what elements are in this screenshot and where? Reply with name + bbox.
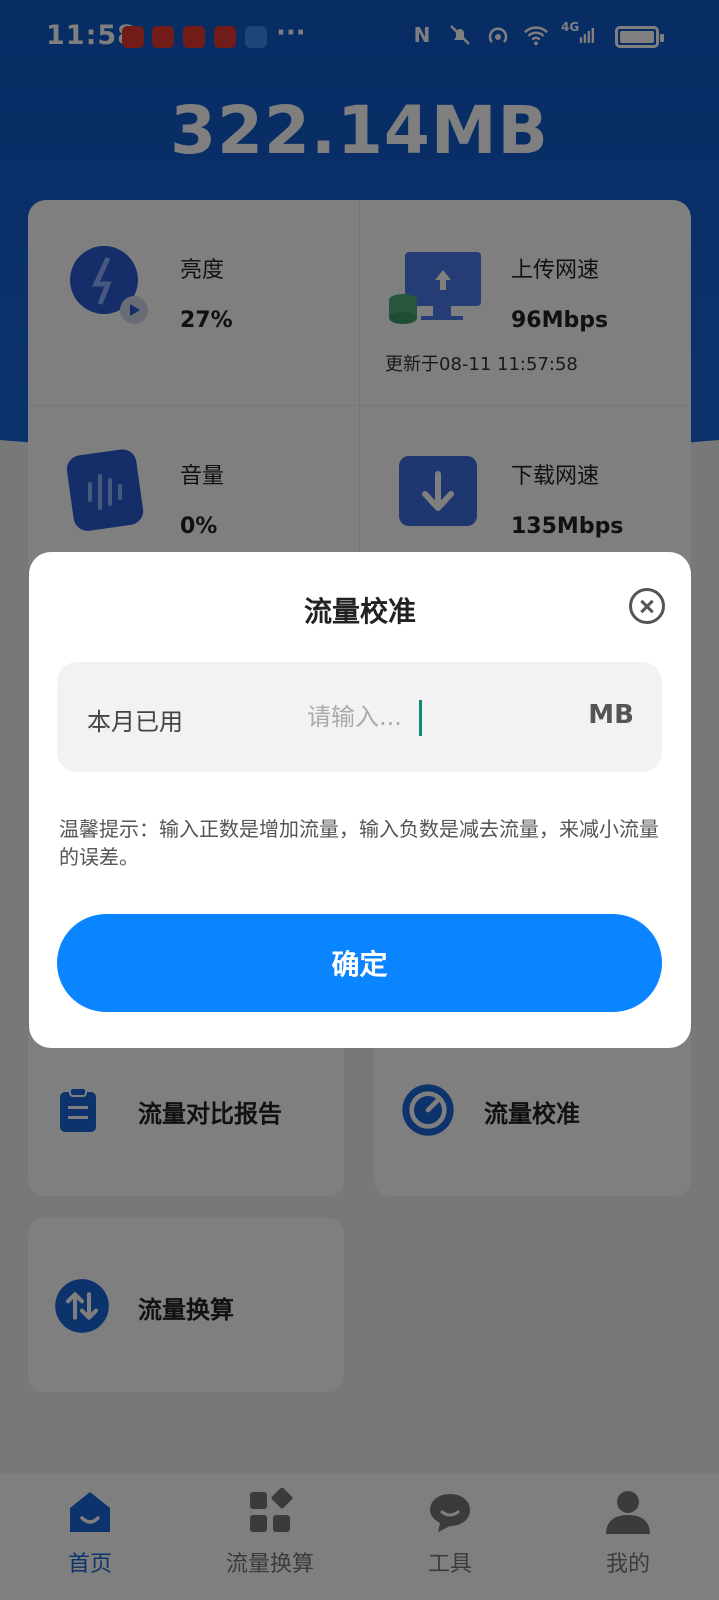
calibration-dialog: 流量校准 本月已用 MB 温馨提示：输入正数是增加流量，输入负数是减去流量，来减… bbox=[29, 552, 691, 1048]
text-cursor bbox=[419, 700, 422, 736]
used-this-month-field: 本月已用 MB bbox=[57, 662, 662, 772]
close-icon[interactable] bbox=[629, 588, 665, 624]
confirm-button[interactable]: 确定 bbox=[57, 914, 662, 1012]
dialog-title: 流量校准 bbox=[303, 595, 416, 628]
field-label: 本月已用 bbox=[87, 708, 183, 736]
used-amount-input[interactable] bbox=[307, 690, 547, 744]
unit-label: MB bbox=[588, 700, 634, 730]
hint-text: 温馨提示：输入正数是增加流量，输入负数是减去流量，来减小流量的误差。 bbox=[59, 817, 659, 869]
